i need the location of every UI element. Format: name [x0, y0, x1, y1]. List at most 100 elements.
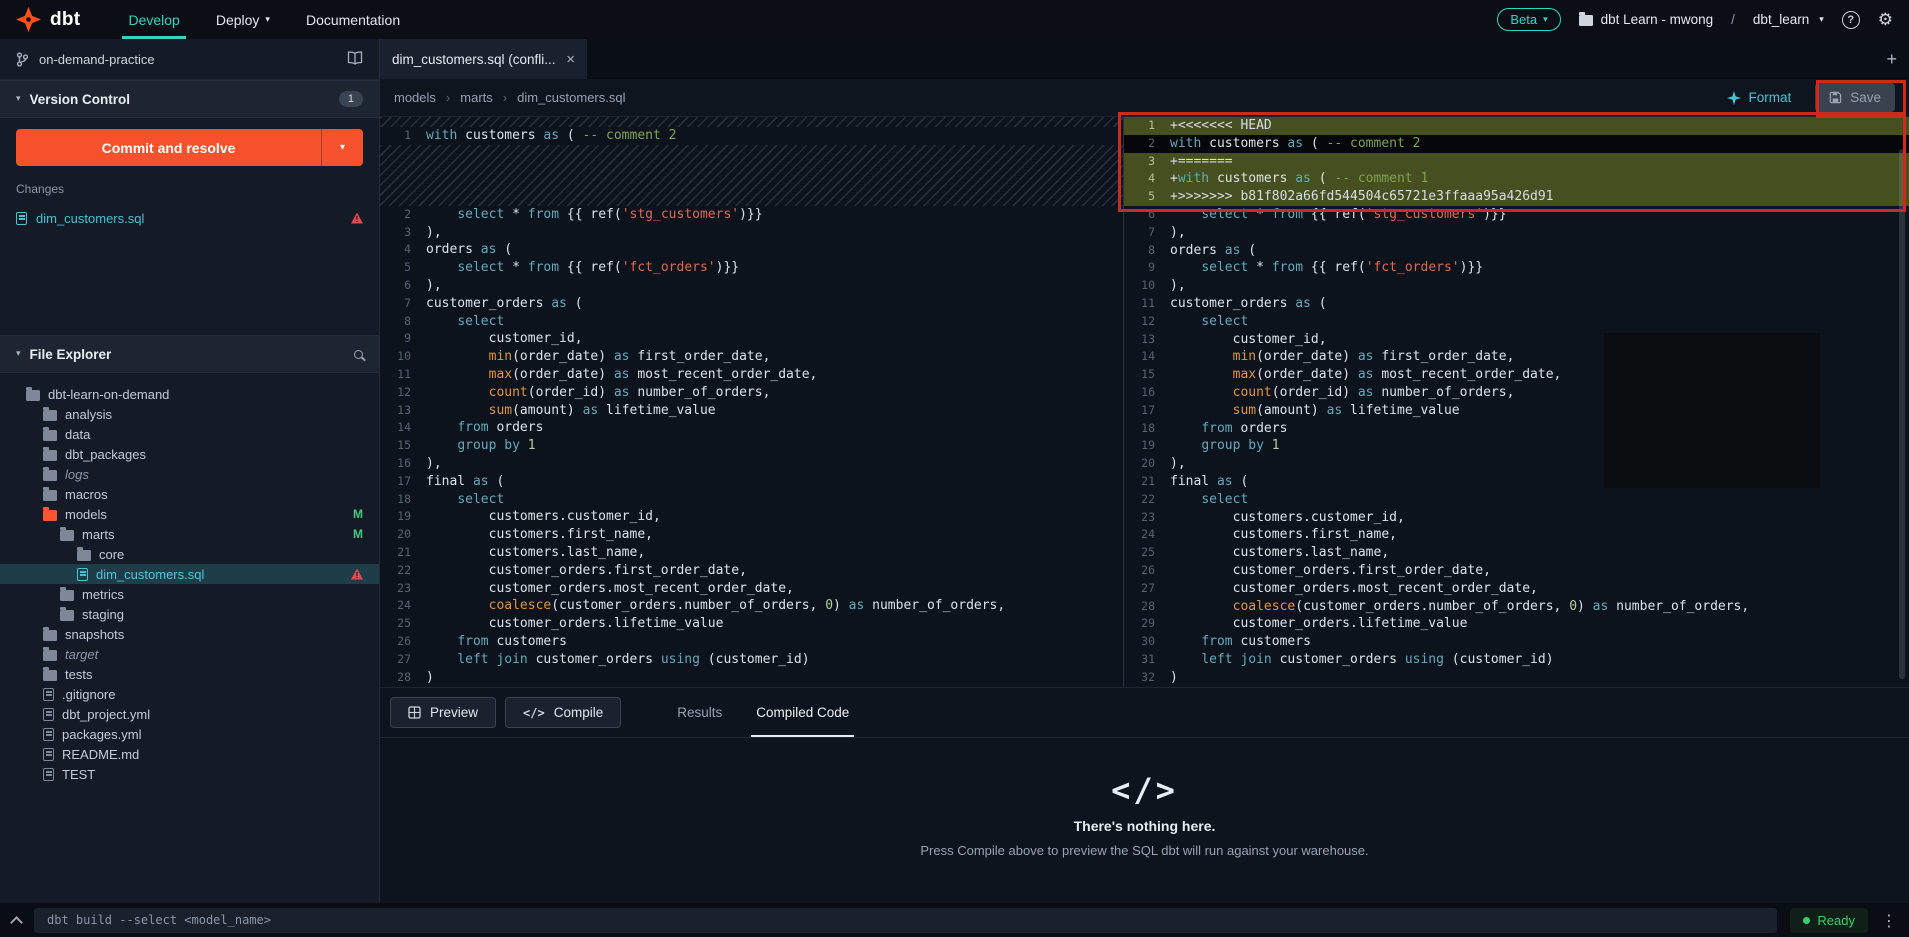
- tree-item-metrics[interactable]: metrics: [0, 584, 379, 604]
- code-line[interactable]: 10),: [1124, 277, 1909, 295]
- code-line[interactable]: 29 customer_orders.lifetime_value: [1124, 615, 1909, 633]
- docs-button[interactable]: [347, 51, 363, 68]
- tree-item-staging[interactable]: staging: [0, 604, 379, 624]
- tree-item-target[interactable]: target: [0, 644, 379, 664]
- code-line[interactable]: 2with customers as ( -- comment 2: [1124, 135, 1909, 153]
- code-line[interactable]: 28 coalesce(customer_orders.number_of_or…: [1124, 598, 1909, 616]
- tab-results[interactable]: Results: [660, 688, 739, 737]
- tree-item-marts[interactable]: martsM: [0, 524, 379, 544]
- commit-options-chevron[interactable]: ▾: [321, 129, 363, 166]
- breadcrumb-item[interactable]: marts: [460, 90, 493, 105]
- format-button[interactable]: Format: [1727, 90, 1791, 105]
- code-line[interactable]: 24 coalesce(customer_orders.number_of_or…: [380, 597, 1123, 615]
- code-line[interactable]: 5 select * from {{ ref('fct_orders')}}: [380, 259, 1123, 277]
- code-line[interactable]: 25 customers.last_name,: [1124, 544, 1909, 562]
- dbt-logo[interactable]: dbt: [16, 0, 80, 39]
- new-tab-button[interactable]: +: [1886, 39, 1897, 79]
- code-line[interactable]: 7),: [1124, 224, 1909, 242]
- tree-item--gitignore[interactable]: .gitignore: [0, 684, 379, 704]
- code-line[interactable]: 6),: [380, 277, 1123, 295]
- gear-icon[interactable]: ⚙: [1878, 10, 1893, 30]
- code-line[interactable]: 12 select: [1124, 313, 1909, 331]
- chevron-up-icon[interactable]: [10, 916, 23, 929]
- code-line[interactable]: 26 from customers: [380, 633, 1123, 651]
- search-icon[interactable]: [354, 350, 363, 359]
- code-line[interactable]: 27 left join customer_orders using (cust…: [380, 651, 1123, 669]
- code-line[interactable]: 8orders as (: [1124, 242, 1909, 260]
- code-line[interactable]: 15 group by 1: [380, 437, 1123, 455]
- commit-and-resolve-button[interactable]: Commit and resolve ▾: [16, 129, 363, 166]
- nav-item-documentation[interactable]: Documentation: [288, 0, 418, 39]
- editor-left-pane[interactable]: 1with customers as ( -- comment 2 2 selec…: [380, 117, 1123, 687]
- preview-button[interactable]: Preview: [390, 697, 496, 728]
- code-line[interactable]: 22 customer_orders.first_order_date,: [380, 562, 1123, 580]
- code-line[interactable]: 24 customers.first_name,: [1124, 526, 1909, 544]
- code-line[interactable]: 4orders as (: [380, 241, 1123, 259]
- code-line[interactable]: 5+>>>>>>> b81f802a66fd544504c65721e3ffaa…: [1124, 188, 1909, 206]
- tree-item-dbt-project-yml[interactable]: dbt_project.yml: [0, 704, 379, 724]
- tree-item-macros[interactable]: macros: [0, 484, 379, 504]
- code-line[interactable]: 17final as (: [380, 473, 1123, 491]
- code-line[interactable]: 20 customers.first_name,: [380, 526, 1123, 544]
- code-line[interactable]: 12 count(order_id) as number_of_orders,: [380, 384, 1123, 402]
- beta-badge[interactable]: Beta ▾: [1497, 8, 1560, 31]
- code-line[interactable]: 4+with customers as ( -- comment 1: [1124, 170, 1909, 188]
- tree-item-tests[interactable]: tests: [0, 664, 379, 684]
- compile-button[interactable]: </> Compile: [505, 697, 621, 728]
- tree-item-readme-md[interactable]: README.md: [0, 744, 379, 764]
- nav-item-develop[interactable]: Develop: [110, 0, 197, 39]
- code-line[interactable]: 30 from customers: [1124, 633, 1909, 651]
- command-input[interactable]: [34, 908, 1777, 933]
- tree-item-dim-customers-sql[interactable]: dim_customers.sql: [0, 564, 379, 584]
- tree-item-logs[interactable]: logs: [0, 464, 379, 484]
- code-line[interactable]: 9 select * from {{ ref('fct_orders')}}: [1124, 259, 1909, 277]
- code-line[interactable]: 14 from orders: [380, 419, 1123, 437]
- nav-item-deploy[interactable]: Deploy▾: [198, 0, 288, 39]
- help-icon[interactable]: ?: [1842, 11, 1860, 29]
- editor-scrollbar[interactable]: [1899, 149, 1905, 679]
- kebab-menu-icon[interactable]: ⋮: [1881, 911, 1897, 930]
- save-button[interactable]: Save: [1815, 83, 1895, 112]
- code-line[interactable]: 13 sum(amount) as lifetime_value: [380, 402, 1123, 420]
- tree-item-packages-yml[interactable]: packages.yml: [0, 724, 379, 744]
- tree-item-core[interactable]: core: [0, 544, 379, 564]
- tree-item-analysis[interactable]: analysis: [0, 404, 379, 424]
- branch-selector[interactable]: on-demand-practice: [0, 39, 379, 80]
- code-line[interactable]: 6 select * from {{ ref('stg_customers')}…: [1124, 206, 1909, 224]
- project-selector[interactable]: dbt_learn ▾: [1753, 12, 1824, 27]
- code-line[interactable]: 23 customers.customer_id,: [1124, 509, 1909, 527]
- code-line[interactable]: 2 select * from {{ ref('stg_customers')}…: [380, 206, 1123, 224]
- tree-item-dbt-packages[interactable]: dbt_packages: [0, 444, 379, 464]
- code-line[interactable]: 3+=======: [1124, 153, 1909, 171]
- code-line[interactable]: 11customer_orders as (: [1124, 295, 1909, 313]
- version-control-header[interactable]: ▾ Version Control 1: [0, 80, 379, 118]
- tree-item-data[interactable]: data: [0, 424, 379, 444]
- code-line[interactable]: 1+<<<<<<< HEAD: [1124, 117, 1909, 135]
- code-line[interactable]: 16),: [380, 455, 1123, 473]
- tree-item-models[interactable]: modelsM: [0, 504, 379, 524]
- code-line[interactable]: 25 customer_orders.lifetime_value: [380, 615, 1123, 633]
- code-line[interactable]: 23 customer_orders.most_recent_order_dat…: [380, 580, 1123, 598]
- code-line[interactable]: 11 max(order_date) as most_recent_order_…: [380, 366, 1123, 384]
- code-line[interactable]: 8 select: [380, 313, 1123, 331]
- tree-item-snapshots[interactable]: snapshots: [0, 624, 379, 644]
- code-line[interactable]: 3),: [380, 224, 1123, 242]
- code-line[interactable]: 21 customers.last_name,: [380, 544, 1123, 562]
- code-line[interactable]: 18 select: [380, 491, 1123, 509]
- code-line[interactable]: 27 customer_orders.most_recent_order_dat…: [1124, 580, 1909, 598]
- code-line[interactable]: 32): [1124, 669, 1909, 687]
- code-line[interactable]: 26 customer_orders.first_order_date,: [1124, 562, 1909, 580]
- code-line[interactable]: 7customer_orders as (: [380, 295, 1123, 313]
- breadcrumb-item[interactable]: dim_customers.sql: [517, 90, 625, 105]
- code-line[interactable]: 31 left join customer_orders using (cust…: [1124, 651, 1909, 669]
- account-selector[interactable]: dbt Learn - mwong: [1579, 12, 1714, 27]
- close-icon[interactable]: ×: [566, 51, 575, 68]
- tab-dim-customers[interactable]: dim_customers.sql (confli... ×: [380, 39, 587, 79]
- code-line[interactable]: 10 min(order_date) as first_order_date,: [380, 348, 1123, 366]
- tab-compiled-code[interactable]: Compiled Code: [739, 688, 866, 737]
- code-line[interactable]: 22 select: [1124, 491, 1909, 509]
- changed-file-row[interactable]: dim_customers.sql: [16, 207, 363, 229]
- tree-item-dbt-learn-on-demand[interactable]: dbt-learn-on-demand: [0, 384, 379, 404]
- tree-item-test[interactable]: TEST: [0, 764, 379, 784]
- code-line[interactable]: 1with customers as ( -- comment 2: [380, 127, 1123, 145]
